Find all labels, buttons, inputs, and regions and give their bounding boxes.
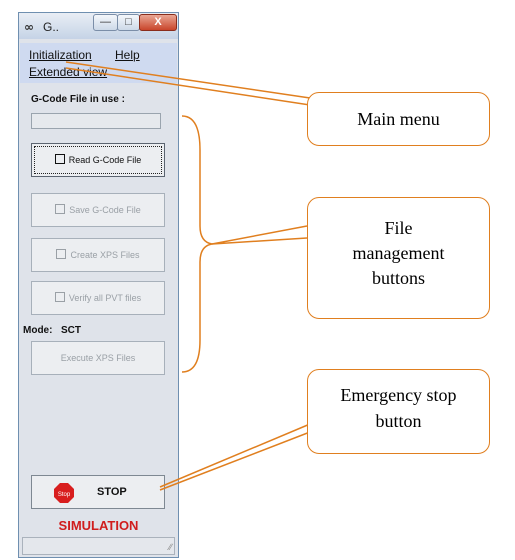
main-menu-pointer-lower	[65, 67, 311, 106]
emergency-stop-pointer-lower	[159, 431, 311, 491]
emergency-stop-callout: Emergency stop button	[307, 369, 490, 454]
main-menu-pointer-upper	[65, 61, 311, 99]
file-management-callout: File management buttons	[307, 197, 490, 319]
main-menu-callout: Main menu	[307, 92, 490, 146]
main-menu-callout-text: Main menu	[357, 109, 440, 129]
file-management-bracket	[181, 115, 213, 373]
file-management-callout-text: File management buttons	[352, 218, 445, 288]
emergency-stop-pointer-upper	[159, 423, 311, 488]
emergency-stop-callout-text: Emergency stop button	[340, 385, 457, 431]
